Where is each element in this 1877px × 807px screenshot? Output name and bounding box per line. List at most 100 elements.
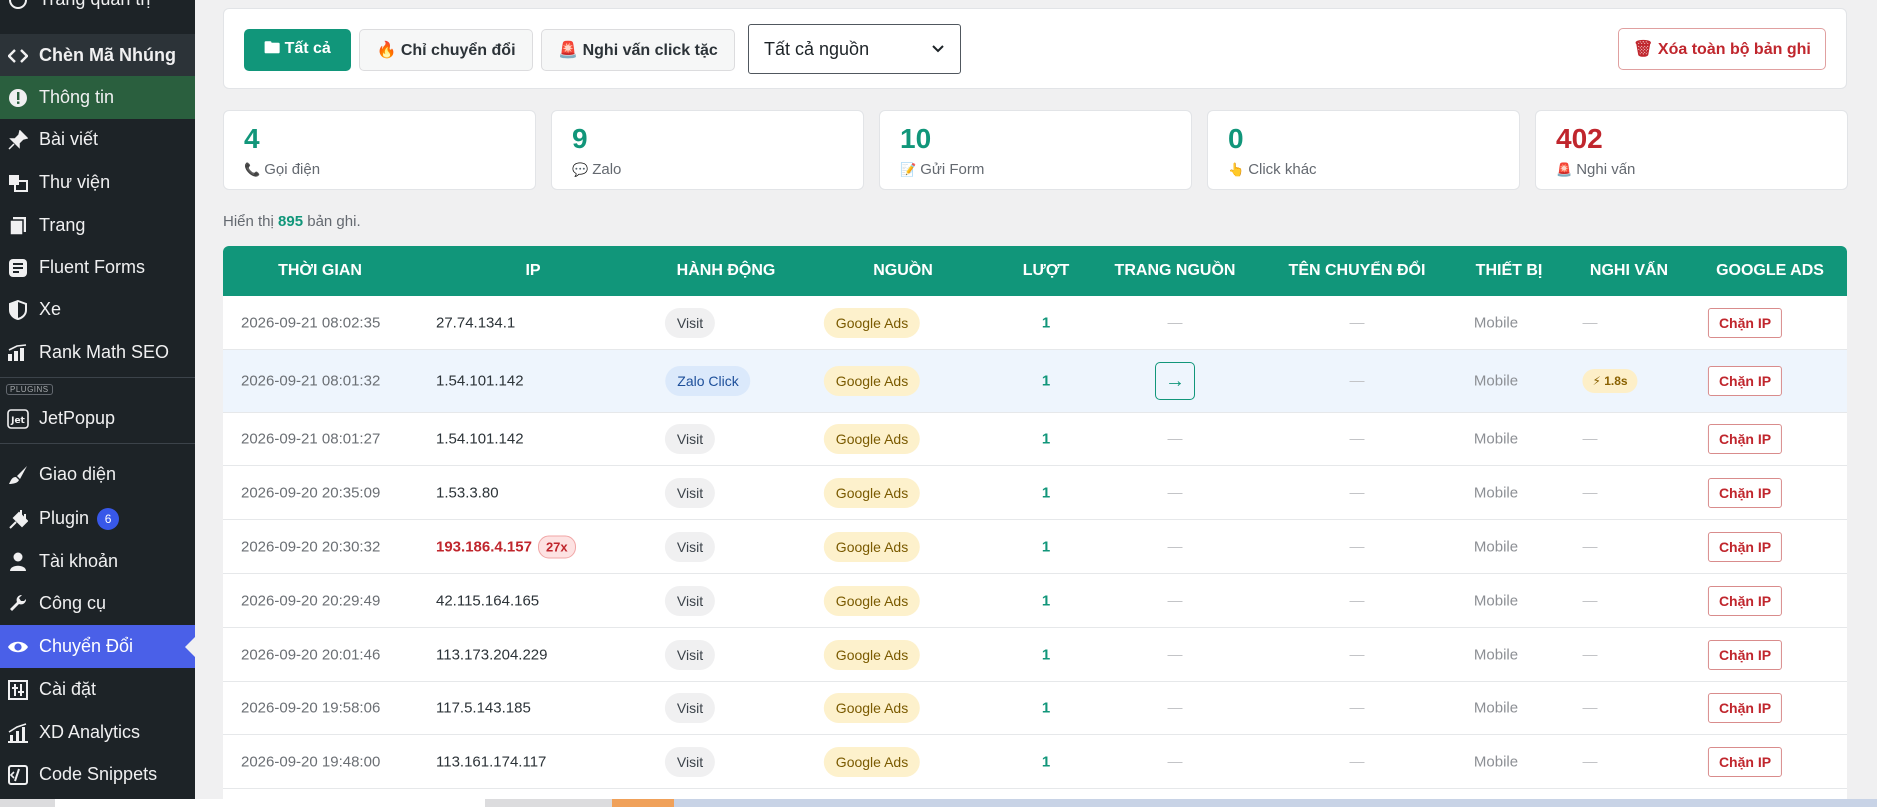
sidebar-item-xd-analytics[interactable]: XD Analytics xyxy=(0,711,195,754)
column-header-turns: LƯỢT xyxy=(1022,262,1070,279)
wrench-icon xyxy=(6,592,30,616)
time-cell: 2026-09-21 08:02:35 xyxy=(241,314,381,331)
source-select[interactable]: Tất cả nguồn xyxy=(748,24,961,74)
sidebar-item-bai-viet[interactable]: Bài viết xyxy=(0,118,195,161)
time-cell: 2026-09-20 20:29:49 xyxy=(241,592,381,609)
device-cell: Mobile xyxy=(1473,592,1519,609)
sidebar-item-thu-vien[interactable]: Thư viện xyxy=(0,161,195,204)
page-icon xyxy=(6,214,30,238)
sidebar-item-cai-dat[interactable]: Cài đặt xyxy=(0,668,195,711)
ip-cell: 113.161.174.117 xyxy=(436,753,547,770)
sidebar-item-chen-ma-nhung[interactable]: Chèn Mã Nhúng xyxy=(0,34,195,77)
block-ip-button[interactable]: Chặn IP xyxy=(1707,424,1783,454)
sidebar-item-dashboard[interactable]: Trang quản trị xyxy=(0,0,195,21)
siren-icon: 🚨 xyxy=(1556,161,1573,177)
ip-cell: 1.54.101.142 xyxy=(436,372,524,390)
sidebar-item-label: Chèn Mã Nhúng xyxy=(39,45,176,65)
sidebar-item-trang[interactable]: Trang xyxy=(0,204,195,247)
source-page-empty: — xyxy=(1167,753,1183,770)
table-row: 2026-09-20 20:01:46 113.173.204.229 Visi… xyxy=(223,628,1847,682)
ip-cell: 42.115.164.165 xyxy=(436,592,540,609)
block-ip-button[interactable]: Chặn IP xyxy=(1707,585,1783,616)
sidebar-item-rank-math[interactable]: Rank Math SEO xyxy=(0,331,195,374)
source-page-empty: — xyxy=(1167,484,1183,501)
stat-value: 402 xyxy=(1556,123,1603,154)
source-select-value: Tất cả nguồn xyxy=(764,38,870,59)
sidebar-item-label: Giao diện xyxy=(39,464,117,484)
sidebar-item-label: Cài đặt xyxy=(39,679,97,699)
sidebar-separator xyxy=(0,377,195,378)
conversion-name-empty: — xyxy=(1349,646,1365,663)
block-ip-button[interactable]: Chặn IP xyxy=(1707,477,1783,508)
source-page-empty: — xyxy=(1167,592,1183,609)
table-row: 2026-09-20 20:29:49 42.115.164.165 Visit… xyxy=(223,574,1847,628)
jet-icon: Jet xyxy=(6,407,30,431)
column-header-conversion-name: TÊN CHUYỂN ĐỔI xyxy=(1288,262,1426,279)
sidebar-item-jetpopup[interactable]: Jet JetPopup xyxy=(0,397,195,440)
table-row: 2026-09-20 20:35:09 1.53.3.80 Visit Goog… xyxy=(223,466,1847,520)
scrollbar-marker xyxy=(612,799,674,807)
filter-suspicious-button[interactable]: 🚨 Nghi vấn click tặc xyxy=(541,29,735,71)
horizontal-scrollbar[interactable] xyxy=(0,799,1877,807)
turns-cell: 1 xyxy=(1041,372,1051,390)
suspicious-empty: — xyxy=(1582,592,1598,609)
filter-conversion-button[interactable]: 🔥 Chỉ chuyển đổi xyxy=(359,29,533,71)
sidebar-item-plugin[interactable]: Plugin 6 xyxy=(0,497,195,540)
suspicious-empty: — xyxy=(1582,699,1598,717)
conversion-name-empty: — xyxy=(1349,699,1365,717)
dashboard-icon xyxy=(6,0,30,12)
device-cell: Mobile xyxy=(1473,372,1519,390)
shield-icon xyxy=(6,298,30,322)
conversion-name-empty: — xyxy=(1349,372,1365,390)
block-ip-button[interactable]: Chặn IP xyxy=(1707,366,1783,396)
record-count: 895 xyxy=(278,213,304,230)
sidebar-item-label: Trang xyxy=(39,215,86,235)
pin-icon xyxy=(6,128,30,152)
sidebar-item-label: Code Snippets xyxy=(39,764,158,784)
time-cell: 2026-09-21 08:01:27 xyxy=(241,430,381,448)
time-cell: 2026-09-20 20:01:46 xyxy=(241,646,381,663)
record-count-text: Hiển thị 895 bản ghi. xyxy=(223,213,361,230)
time-cell: 2026-09-21 08:01:32 xyxy=(241,372,381,390)
conversion-name-empty: — xyxy=(1349,592,1365,609)
snippet-icon xyxy=(6,763,30,787)
source-badge: Google Ads xyxy=(823,531,921,562)
suspicious-empty: — xyxy=(1582,430,1598,448)
sidebar-item-thong-tin[interactable]: Thông tin xyxy=(0,76,195,119)
action-badge: Visit xyxy=(664,693,716,723)
suspicious-empty: — xyxy=(1582,753,1598,770)
action-badge: Visit xyxy=(664,477,716,508)
delete-all-button[interactable]: 🗑 Xóa toàn bộ bản ghi xyxy=(1618,28,1826,70)
action-badge: Visit xyxy=(664,424,716,454)
source-badge: Google Ads xyxy=(823,366,921,396)
sidebar-item-xe[interactable]: Xe xyxy=(0,288,195,331)
sidebar-item-chuyen-doi[interactable]: Chuyển Đổi xyxy=(0,625,195,668)
device-cell: Mobile xyxy=(1473,646,1519,663)
block-ip-button[interactable]: Chặn IP xyxy=(1707,307,1783,338)
chat-bubble-icon: 💬 xyxy=(572,161,589,177)
device-cell: Mobile xyxy=(1473,430,1519,448)
device-cell: Mobile xyxy=(1473,699,1519,717)
column-header-suspicious: NGHI VẤN xyxy=(1589,262,1669,279)
sidebar-item-fluent-forms[interactable]: Fluent Forms xyxy=(0,246,195,289)
conversion-name-empty: — xyxy=(1349,753,1365,770)
ip-cell: 113.173.204.229 xyxy=(436,646,548,663)
chevron-down-icon xyxy=(930,41,946,62)
sidebar-item-cong-cu[interactable]: Công cụ xyxy=(0,582,195,625)
block-ip-button[interactable]: Chặn IP xyxy=(1707,693,1783,723)
update-count-badge: 6 xyxy=(97,507,120,530)
plugin-icon xyxy=(6,507,30,531)
stat-label: Zalo xyxy=(592,161,622,178)
sidebar-item-tai-khoan[interactable]: Tài khoản xyxy=(0,540,195,583)
source-page-empty: — xyxy=(1167,314,1183,331)
block-ip-button[interactable]: Chặn IP xyxy=(1707,531,1783,562)
block-ip-button[interactable]: Chặn IP xyxy=(1707,746,1783,777)
suspicious-empty: — xyxy=(1582,646,1598,663)
sidebar-item-giao-dien[interactable]: Giao diện xyxy=(0,453,195,496)
open-source-page-button[interactable]: → xyxy=(1155,362,1195,400)
scrollbar-thumb[interactable] xyxy=(55,799,485,807)
memo-icon: 📝 xyxy=(900,161,917,177)
sidebar-item-code-snippets[interactable]: Code Snippets xyxy=(0,753,195,796)
filter-all-button[interactable]: 🖿 Tất cả xyxy=(244,29,351,71)
block-ip-button[interactable]: Chặn IP xyxy=(1707,639,1783,670)
